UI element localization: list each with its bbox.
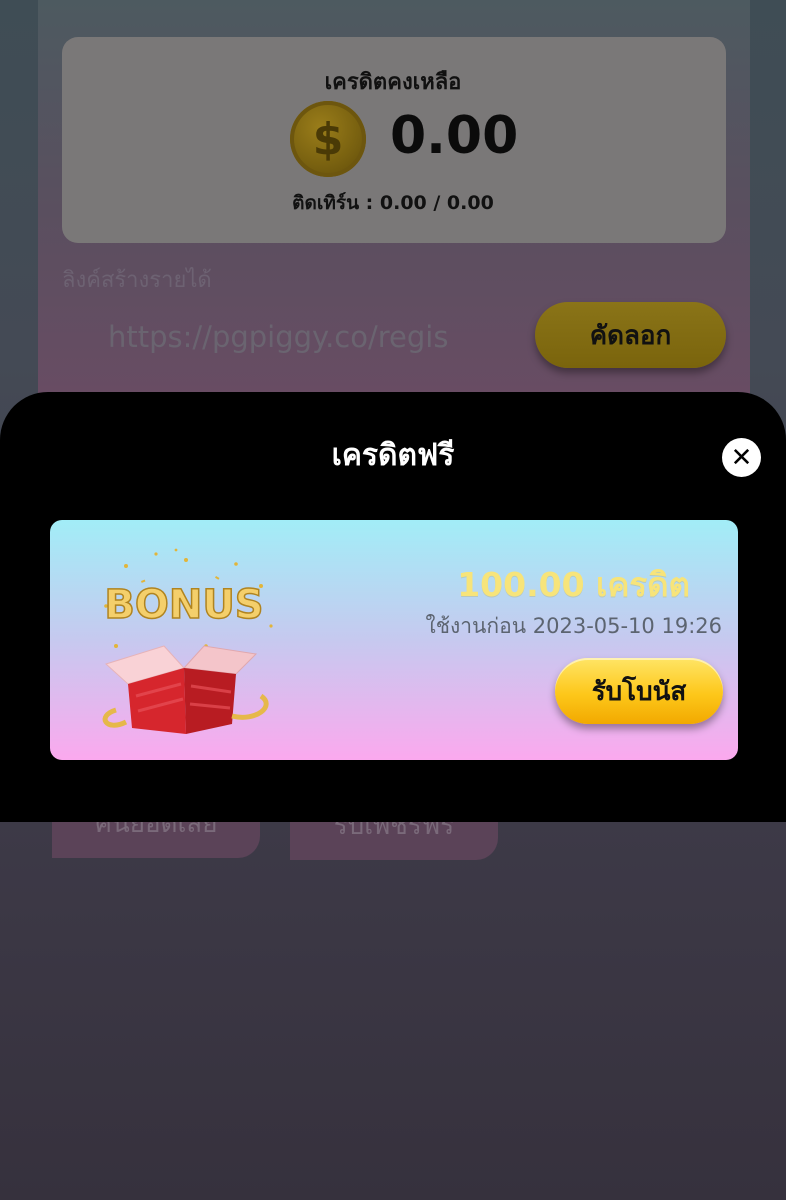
claim-bonus-button[interactable]: รับโบนัส	[555, 658, 723, 724]
free-credit-modal: เครดิตฟรี ✕ BONUS 100.00 เครดิต ใช้งานก่…	[0, 392, 786, 822]
referral-link-input[interactable]	[108, 320, 448, 354]
credit-balance-value: 0.00	[390, 106, 519, 166]
close-icon[interactable]: ✕	[722, 438, 761, 477]
modal-title: เครดิตฟรี	[331, 438, 455, 473]
turnover-text: ติดเทิร์น : 0.00 / 0.00	[292, 192, 494, 214]
dollar-coin-icon: $	[290, 101, 366, 177]
bonus-amount: 100.00 เครดิต	[457, 565, 690, 604]
bonus-expiry: ใช้งานก่อน 2023-05-10 19:26	[425, 614, 722, 638]
copy-button[interactable]: คัดลอก	[535, 302, 726, 368]
credit-title: เครดิตคงเหลือ	[324, 70, 462, 95]
bonus-image-text: BONUS	[104, 582, 263, 628]
referral-link-label: ลิงค์สร้างรายได้	[62, 268, 212, 293]
bonus-card: BONUS 100.00 เครดิต ใช้งานก่อน 2023-05-1…	[50, 520, 738, 760]
bonus-gift-box-icon: BONUS	[102, 548, 273, 734]
